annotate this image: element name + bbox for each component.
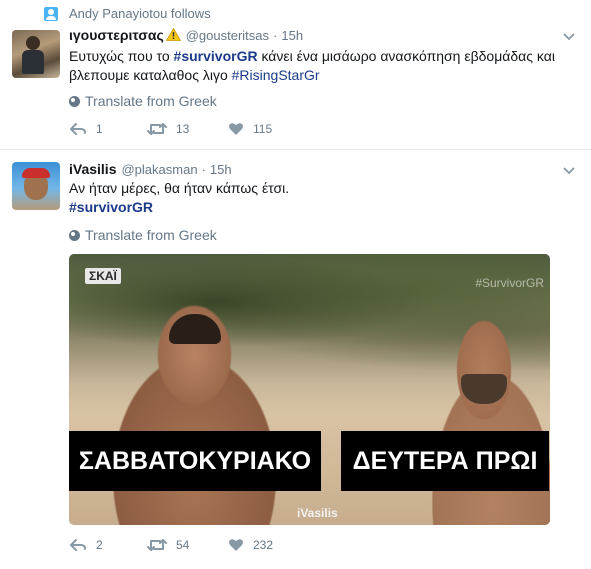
hashtag-link[interactable]: #RisingStarGr <box>232 67 320 83</box>
person-right-figure <box>399 304 550 525</box>
tweet-timestamp[interactable]: 15h <box>210 162 232 177</box>
user-handle[interactable]: @gousteritsas <box>186 28 269 43</box>
meme-caption-left: ΣΑΒΒΑΤΟΚΥΡΙΑΚΟ <box>69 431 321 491</box>
retweet-button[interactable]: 13 <box>147 122 228 136</box>
globe-icon <box>69 229 80 241</box>
tweet-media-image[interactable]: ΣΚΑΪ #SurvivorGR ΣΑΒΒΑΤΟΚΥΡΙΑΚΟ ΔΕΥΤΕΡΑ … <box>69 254 550 525</box>
retweet-icon <box>147 539 167 551</box>
heart-icon <box>229 123 243 135</box>
chevron-down-icon[interactable] <box>563 30 575 42</box>
hashtag-link[interactable]: #survivorGR <box>174 48 258 64</box>
meme-caption-right: ΔΕΥΤΕΡΑ ΠΡΩΙ <box>341 431 549 491</box>
tweet[interactable]: iVasilis @plakasman · 15h Αν ήταν μέρες,… <box>0 150 591 569</box>
retweet-count: 54 <box>176 538 190 552</box>
tweet-timestamp[interactable]: 15h <box>281 28 303 43</box>
person-icon <box>44 6 58 21</box>
channel-logo: ΣΚΑΪ <box>85 268 121 284</box>
like-count: 232 <box>253 538 274 552</box>
tweet-actions: 2 54 232 <box>69 538 273 552</box>
display-name[interactable]: iVasilis <box>69 161 116 177</box>
hashtag-link[interactable]: #survivorGR <box>69 198 574 217</box>
avatar[interactable] <box>12 30 60 78</box>
translate-label: Translate from Greek <box>85 93 217 109</box>
tweet-text-line: Αν ήταν μέρες, θα ήταν κάπως έτσι. <box>69 180 290 196</box>
like-count: 115 <box>253 122 273 136</box>
reply-icon <box>70 539 86 551</box>
social-context-text[interactable]: Andy Panayiotou follows <box>69 6 211 21</box>
heart-icon <box>229 539 243 551</box>
tweet-header: iVasilis @plakasman · 15h <box>69 161 232 177</box>
tweet-text: Αν ήταν μέρες, θα ήταν κάπως έτσι. #surv… <box>69 179 574 217</box>
reply-button[interactable]: 1 <box>69 122 147 136</box>
like-button[interactable]: 115 <box>228 122 272 136</box>
reply-icon <box>70 123 86 135</box>
tweet-text-part: Ευτυχώς που το <box>69 48 174 64</box>
avatar[interactable] <box>12 162 60 210</box>
warning-icon <box>165 28 181 41</box>
translate-link[interactable]: Translate from Greek <box>69 93 217 109</box>
reply-count: 2 <box>96 538 103 552</box>
social-context: Andy Panayiotou follows <box>44 6 211 21</box>
reply-button[interactable]: 2 <box>69 538 147 552</box>
tweet-actions: 1 13 115 <box>69 122 272 136</box>
image-signature: iVasilis <box>297 506 338 520</box>
tweet-header: ιγουστεριτσας @gousteritsas · 15h <box>69 27 303 43</box>
image-watermark: #SurvivorGR <box>475 276 544 290</box>
user-handle[interactable]: @plakasman <box>121 162 197 177</box>
translate-link[interactable]: Translate from Greek <box>69 227 217 243</box>
translate-label: Translate from Greek <box>85 227 217 243</box>
chevron-down-icon[interactable] <box>563 164 575 176</box>
like-button[interactable]: 232 <box>228 538 273 552</box>
tweet-text: Ευτυχώς που το #survivorGR κάνει ένα μισ… <box>69 47 574 85</box>
globe-icon <box>69 95 80 107</box>
separator-dot: · <box>201 162 206 177</box>
retweet-icon <box>147 123 167 135</box>
display-name[interactable]: ιγουστεριτσας <box>69 27 164 43</box>
separator-dot: · <box>273 28 278 43</box>
reply-count: 1 <box>96 122 103 136</box>
tweet[interactable]: Andy Panayiotou follows ιγουστεριτσας @g… <box>0 0 591 150</box>
retweet-count: 13 <box>176 122 190 136</box>
retweet-button[interactable]: 54 <box>147 538 228 552</box>
